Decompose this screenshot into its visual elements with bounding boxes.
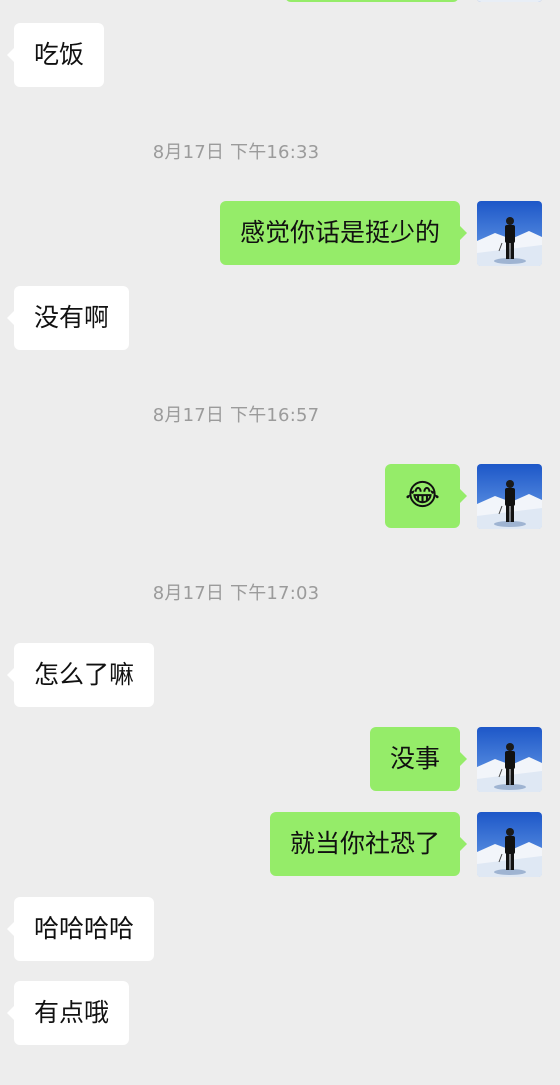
message-bubble-outgoing[interactable]: 感觉你话是挺少的 — [219, 201, 468, 265]
message-text: 哈哈哈哈 — [34, 914, 135, 943]
message-timestamp: 8月17日 下午17:03 — [152, 583, 320, 604]
laughing-tears-emoji-icon: 😂 — [404, 478, 440, 513]
message-text: 就当你社恐了 — [289, 829, 440, 858]
message-text: 怎么了嘛 — [34, 660, 135, 689]
avatar-icon[interactable] — [477, 812, 542, 877]
message-bubble-incoming[interactable]: 吃饭 — [6, 23, 105, 87]
message-bubble-partial[interactable] — [285, 0, 459, 2]
message-bubble-outgoing[interactable]: 没事 — [369, 727, 468, 791]
message-bubble-incoming[interactable]: 没有啊 — [6, 286, 130, 350]
message-timestamp: 8月17日 下午16:57 — [152, 405, 320, 426]
message-text: 没有啊 — [34, 303, 110, 332]
message-text: 有点哦 — [34, 998, 110, 1027]
message-text: 吃饭 — [34, 40, 85, 69]
message-text: 没事 — [389, 744, 440, 773]
chat-view[interactable]: 吃饭 8月17日 下午16:33 感觉你话是挺少的 没有啊 8月17日 下午16… — [0, 0, 560, 1085]
avatar-icon[interactable] — [477, 201, 542, 266]
avatar-icon[interactable] — [477, 727, 542, 792]
message-bubble-outgoing[interactable]: 就当你社恐了 — [269, 812, 468, 876]
message-timestamp: 8月17日 下午16:33 — [152, 142, 320, 163]
avatar-icon[interactable] — [477, 0, 542, 2]
message-bubble-incoming[interactable]: 哈哈哈哈 — [6, 897, 155, 961]
message-text: 感觉你话是挺少的 — [239, 218, 440, 247]
message-bubble-outgoing[interactable]: 😂 — [384, 464, 468, 528]
message-bubble-incoming[interactable]: 怎么了嘛 — [6, 643, 155, 707]
message-bubble-incoming[interactable]: 有点哦 — [6, 981, 130, 1045]
avatar-icon[interactable] — [477, 464, 542, 529]
